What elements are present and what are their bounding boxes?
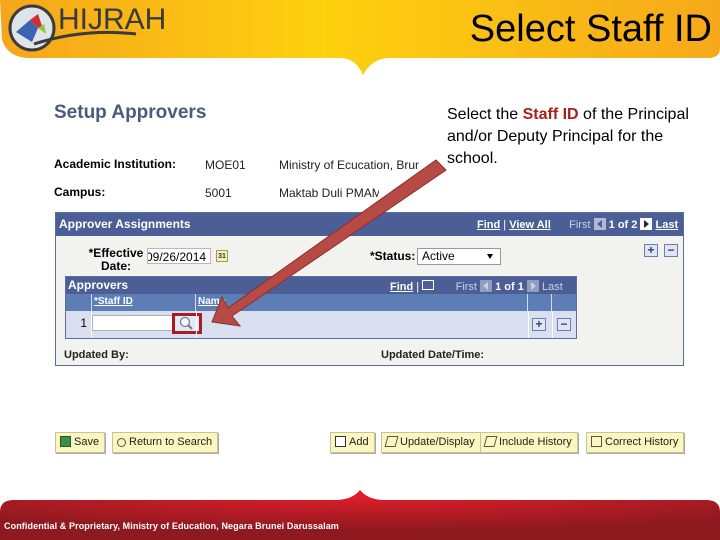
callout-text-before: Select the bbox=[447, 106, 523, 123]
slide-title: Select Staff ID bbox=[469, 8, 712, 50]
chevron-down-icon bbox=[487, 254, 493, 259]
save-button[interactable]: Save bbox=[55, 432, 106, 453]
approvers-find-link[interactable]: Find bbox=[390, 281, 413, 293]
panel-header: Approver Assignments Find | View All Fir… bbox=[56, 213, 683, 236]
status-label: *Status: bbox=[370, 249, 416, 263]
approvers-grid-header: Approvers Find | First 1 of 1 Last bbox=[66, 277, 576, 294]
status-select[interactable]: Active bbox=[417, 248, 501, 265]
academic-institution-code: MOE01 bbox=[205, 158, 246, 172]
row-divider bbox=[552, 311, 553, 338]
approvers-next-arrow-icon[interactable] bbox=[526, 280, 539, 292]
last-link[interactable]: Last bbox=[656, 219, 679, 231]
approvers-nav: Find | First 1 of 1 Last bbox=[390, 280, 563, 293]
academic-institution-label: Academic Institution: bbox=[54, 157, 177, 171]
return-to-search-button[interactable]: Return to Search bbox=[112, 432, 219, 453]
row-number-column-header bbox=[66, 294, 92, 311]
include-history-button[interactable]: Include History bbox=[480, 432, 578, 453]
save-icon bbox=[60, 436, 71, 447]
name-column-header[interactable]: Name bbox=[196, 294, 528, 311]
staff-id-lookup-button[interactable] bbox=[172, 313, 202, 334]
correct-history-button[interactable]: Correct History bbox=[586, 432, 685, 453]
approvers-grid: Approvers Find | First 1 of 1 Last *Staf… bbox=[65, 276, 577, 339]
row-divider bbox=[196, 311, 197, 338]
find-link[interactable]: Find bbox=[477, 219, 500, 231]
record-counter: 1 of 2 bbox=[608, 219, 638, 231]
updated-by-label: Updated By: bbox=[64, 349, 129, 361]
return-to-search-icon bbox=[117, 438, 126, 447]
view-all-link[interactable]: View All bbox=[509, 219, 551, 231]
campus-code: 5001 bbox=[205, 186, 232, 200]
approvers-previous-arrow-icon[interactable] bbox=[480, 280, 493, 292]
campus-name: Maktab Duli PMAMB bbox=[279, 186, 379, 200]
add-row-button[interactable]: + bbox=[644, 244, 658, 257]
include-history-icon bbox=[483, 436, 498, 447]
panel-nav: Find | View All First 1 of 2 Last bbox=[477, 218, 679, 231]
campus-label: Campus: bbox=[54, 185, 106, 199]
previous-arrow-icon[interactable] bbox=[593, 218, 606, 230]
delete-column-header bbox=[552, 294, 576, 311]
footer-confidential-text: Confidential & Proprietary, Ministry of … bbox=[4, 521, 339, 531]
staff-id-column-header[interactable]: *Staff ID bbox=[92, 294, 196, 311]
row-divider bbox=[528, 311, 529, 338]
updated-datetime-label: Updated Date/Time: bbox=[381, 349, 485, 361]
approvers-add-row-button[interactable]: + bbox=[532, 318, 546, 331]
logo-text: HIJRAH bbox=[58, 3, 167, 36]
update-display-icon bbox=[384, 436, 399, 447]
approver-assignments-panel: Approver Assignments Find | View All Fir… bbox=[55, 212, 684, 366]
delete-row-button[interactable]: − bbox=[664, 244, 678, 257]
approvers-record-counter: 1 of 1 bbox=[495, 281, 524, 293]
next-arrow-icon[interactable] bbox=[640, 218, 653, 230]
view-in-new-window-icon[interactable] bbox=[422, 280, 435, 290]
academic-institution-name: Ministry of Ecucation, Brunei bbox=[279, 158, 419, 172]
instruction-callout: Select the Staff ID of the Principal and… bbox=[447, 104, 707, 170]
add-icon bbox=[335, 436, 346, 447]
footer-band bbox=[0, 490, 720, 540]
approvers-title: Approvers bbox=[68, 278, 129, 292]
effective-date-label: *Effective Date: bbox=[88, 246, 144, 273]
add-column-header bbox=[528, 294, 552, 311]
effective-date-input[interactable]: 09/26/2014 bbox=[147, 248, 211, 264]
staff-id-input[interactable] bbox=[92, 315, 174, 331]
add-button[interactable]: Add bbox=[330, 432, 375, 453]
status-value: Active bbox=[422, 249, 455, 263]
first-label: First bbox=[569, 219, 591, 231]
approvers-delete-row-button[interactable]: − bbox=[557, 318, 571, 331]
callout-highlight: Staff ID bbox=[522, 106, 579, 123]
approvers-last-label: Last bbox=[541, 281, 563, 293]
panel-title: Approver Assignments bbox=[59, 217, 191, 231]
page-title: Setup Approvers bbox=[54, 102, 207, 123]
correct-history-icon bbox=[591, 436, 602, 447]
update-display-button[interactable]: Update/Display bbox=[381, 432, 481, 453]
approvers-first-label: First bbox=[455, 281, 477, 293]
row-number: 1 bbox=[66, 311, 92, 338]
calendar-icon[interactable]: 31 bbox=[216, 250, 228, 262]
